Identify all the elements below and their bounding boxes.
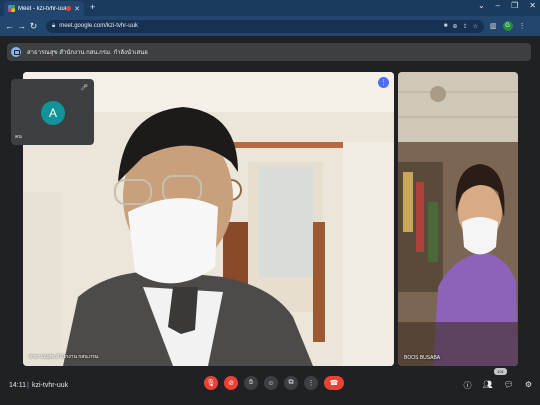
tab-close-icon[interactable]: ✕: [74, 5, 80, 13]
present-now-button[interactable]: ⧉: [284, 376, 298, 390]
toolbar-extensions: ▥ G ⋮: [490, 21, 526, 31]
new-tab-button[interactable]: +: [90, 2, 95, 12]
browser-tab-bar: Meet - kzi-tvhr-uuk ✕ + ⌄ – ❐ ✕: [0, 0, 540, 16]
bookmark-star-icon[interactable]: ☆: [473, 23, 478, 30]
participant-video: [398, 72, 518, 366]
leave-call-button[interactable]: ☎︎: [324, 376, 344, 390]
main-speaker-name: สาธารณสุข สำนักงาน กสน.กรม.: [29, 354, 100, 360]
meeting-details-icon[interactable]: ⓘ: [464, 380, 472, 391]
chat-icon[interactable]: 💬︎: [504, 380, 514, 391]
reload-icon[interactable]: ↻: [28, 21, 39, 32]
close-window-button[interactable]: ✕: [529, 1, 536, 10]
zoom-icon[interactable]: ⊕: [453, 23, 458, 30]
meet-favicon-icon: [8, 5, 15, 12]
camera-in-use-icon[interactable]: ■: [444, 23, 448, 30]
profile-avatar[interactable]: G: [502, 21, 513, 31]
self-view-name: คน: [15, 134, 22, 140]
recording-indicator-icon: [66, 6, 72, 11]
meeting-control-bar: 14:11 | kzi-tvhr-uuk 🎙︎ ⊘ ✋︎ ☺ ⧉ ⋮ ☎︎ 10…: [0, 368, 540, 405]
meet-stage: สาธารณสุข สำนักงาน กสน.กรม. กำลังนำเสนอ: [0, 36, 540, 405]
people-icon[interactable]: 👥︎: [483, 380, 493, 391]
camera-off-button[interactable]: ⊘: [224, 376, 238, 390]
meeting-clock: 14:11: [9, 382, 26, 389]
presenting-text: สาธารณสุข สำนักงาน กสน.กรม. กำลังนำเสนอ: [27, 50, 148, 56]
side-panel-icon[interactable]: ▥: [490, 22, 497, 30]
reactions-button[interactable]: ☺: [264, 376, 278, 390]
maximize-button[interactable]: ❐: [511, 1, 518, 10]
participant-tile[interactable]: BOOS BUSABA: [398, 72, 518, 366]
raise-hand-button[interactable]: ✋︎: [244, 376, 258, 390]
self-avatar: A: [41, 101, 65, 125]
address-toolbar: ← → ↻ 🔒︎ meet.google.com/kzi-tvhr-uuk ■ …: [0, 16, 540, 36]
tab-title: Meet - kzi-tvhr-uuk: [18, 5, 67, 12]
divider: |: [27, 382, 29, 389]
self-view-tile[interactable]: A 🎤︎ คน: [11, 79, 94, 145]
url-text: meet.google.com/kzi-tvhr-uuk: [59, 23, 138, 29]
activities-icon[interactable]: ⚙︎: [525, 380, 532, 391]
side-controls: ⓘ 👥︎ 💬︎ ⚙︎: [464, 380, 532, 391]
mic-off-button[interactable]: 🎙︎: [204, 376, 218, 390]
present-screen-icon: [11, 47, 21, 57]
meeting-code: kzi-tvhr-uuk: [32, 382, 69, 389]
omnibox-tools: ■ ⊕ ⇪ ☆: [444, 23, 478, 30]
browser-menu-icon[interactable]: ⋮: [519, 22, 526, 30]
presenting-banner: สาธารณสุข สำนักงาน กสน.กรม. กำลังนำเสนอ: [7, 43, 531, 61]
more-options-button[interactable]: ⋮: [304, 376, 318, 390]
participant-name: BOOS BUSABA: [404, 355, 441, 361]
share-icon[interactable]: ⇪: [463, 23, 468, 30]
back-arrow-icon[interactable]: ←: [4, 21, 15, 31]
window-controls: ⌄ – ❐ ✕: [478, 1, 536, 10]
self-mic-muted-icon: 🎤︎: [80, 85, 88, 91]
participants-count-badge: 101: [494, 368, 507, 375]
tab-search-icon[interactable]: ⌄: [478, 1, 485, 10]
browser-tab[interactable]: Meet - kzi-tvhr-uuk ✕: [4, 1, 84, 16]
minimize-button[interactable]: –: [496, 1, 500, 10]
lock-icon[interactable]: 🔒︎: [52, 23, 55, 30]
call-controls: 🎙︎ ⊘ ✋︎ ☺ ⧉ ⋮ ☎︎: [204, 376, 344, 390]
forward-arrow-icon[interactable]: →: [16, 21, 27, 31]
more-options-icon[interactable]: ⋮: [378, 77, 389, 88]
url-input[interactable]: 🔒︎ meet.google.com/kzi-tvhr-uuk ■ ⊕ ⇪ ☆: [46, 19, 484, 33]
